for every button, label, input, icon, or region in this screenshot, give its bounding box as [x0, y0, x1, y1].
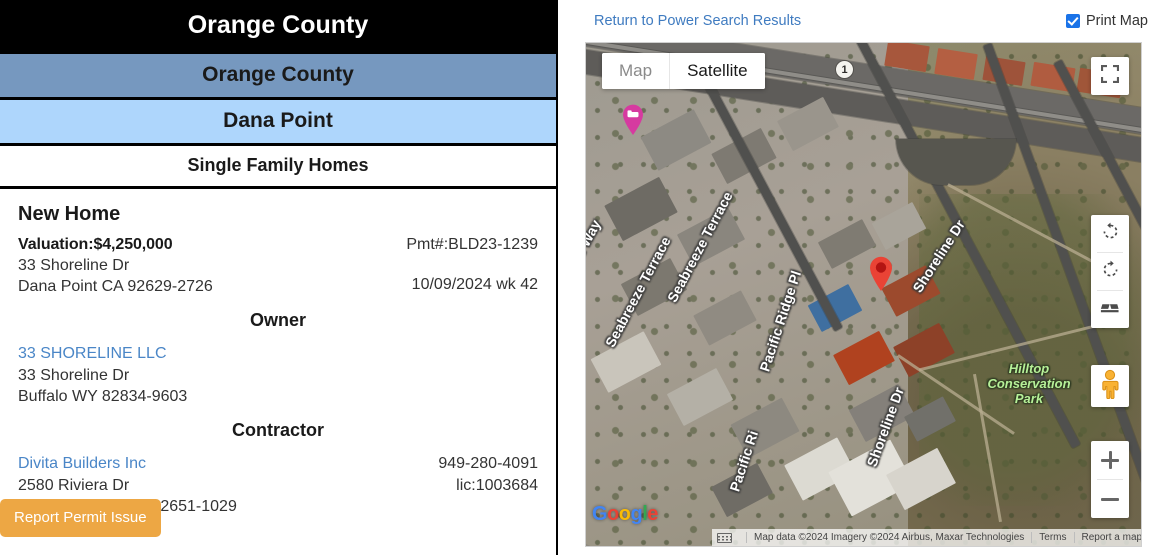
hotel-poi-marker[interactable] [621, 103, 645, 135]
print-map-control[interactable]: Print Map [1065, 13, 1148, 29]
owner-name-link[interactable]: 33 SHORELINE LLC [18, 343, 167, 365]
zoom-in-button[interactable] [1091, 441, 1129, 479]
contractor-phone: 949-280-4091 [438, 455, 538, 473]
permit-date: 10/09/2024 wk 42 [411, 276, 538, 294]
site-address-line1: 33 Shoreline Dr [18, 257, 130, 275]
permit-details: New Home Valuation:$4,250,000 Pmt#:BLD23… [0, 189, 556, 517]
highway-shield-icon: 1 [835, 60, 854, 79]
google-map[interactable]: Seabreeze Terrace Seabreeze Terrace e Way P… [585, 42, 1142, 547]
county-title-banner: Orange County [0, 0, 556, 55]
rotate-counterclockwise-icon [1101, 260, 1120, 284]
tilt-view-icon [1100, 300, 1120, 319]
map-type-map-button[interactable]: Map [602, 53, 670, 89]
zoom-out-button[interactable] [1091, 480, 1129, 518]
contractor-license: lic:1003684 [456, 477, 538, 495]
map-toolbar: Return to Power Search Results Print Map [560, 0, 1150, 42]
permit-detail-page: Orange County Orange County Dana Point S… [0, 0, 1150, 555]
owner-block: 33 SHORELINE LLC 33 Shoreline Dr Buffalo… [18, 343, 538, 407]
site-address-line2: Dana Point CA 92629-2726 [18, 278, 213, 296]
map-type-satellite-button[interactable]: Satellite [669, 53, 765, 89]
contractor-section-heading: Contractor [231, 420, 324, 441]
valuation-row: Valuation:$4,250,000 Pmt#:BLD23-1239 [18, 236, 538, 255]
fullscreen-icon [1100, 64, 1120, 88]
minus-icon [1101, 490, 1119, 508]
map-data-attribution: Map data ©2024 Imagery ©2024 Airbus, Max… [754, 532, 1025, 543]
map-attribution-bar: Map data ©2024 Imagery ©2024 Airbus, Max… [712, 529, 1141, 546]
map-section: Return to Power Search Results Print Map [560, 0, 1150, 555]
owner-address-line2: Buffalo WY 82834-9603 [18, 388, 188, 406]
contractor-name-link[interactable]: Divita Builders Inc [18, 453, 146, 475]
report-permit-issue-button[interactable]: Report Permit Issue [0, 499, 161, 537]
return-to-search-results-link[interactable]: Return to Power Search Results [594, 13, 801, 29]
permit-category-banner: Single Family Homes [0, 146, 556, 190]
owner-address-line1: 33 Shoreline Dr [18, 367, 130, 385]
rotate-counterclockwise-button[interactable] [1091, 253, 1129, 290]
map-type-control[interactable]: Map Satellite [602, 53, 765, 89]
print-map-checkbox[interactable] [1065, 14, 1080, 28]
city-banner: Dana Point [0, 100, 556, 147]
keyboard-shortcuts-icon[interactable] [717, 532, 732, 543]
plus-icon [1101, 451, 1119, 469]
fullscreen-button[interactable] [1091, 57, 1129, 95]
pegman-icon [1099, 369, 1121, 404]
permit-number: Pmt#:BLD23-1239 [406, 236, 538, 254]
map-satellite-imagery: Seabreeze Terrace Seabreeze Terrace e Way P… [586, 43, 1141, 546]
tilt-view-button[interactable] [1091, 291, 1129, 328]
street-view-pegman-button[interactable] [1091, 365, 1129, 407]
print-map-label: Print Map [1085, 13, 1148, 29]
rotate-clockwise-icon [1101, 222, 1120, 246]
permit-title: New Home [18, 203, 121, 226]
contractor-contact: 949-280-4091 lic:1003684 [438, 453, 538, 497]
map-rotate-controls[interactable] [1091, 215, 1129, 328]
owner-section-heading: Owner [249, 310, 306, 331]
permit-valuation: Valuation:$4,250,000 [18, 236, 173, 254]
county-subtitle-banner: Orange County [0, 54, 556, 101]
report-map-error-link[interactable]: Report a map error [1082, 532, 1142, 543]
site-address-row2: Dana Point CA 92629-2726 10/09/2024 wk 4… [18, 276, 538, 297]
permit-info-panel: Orange County Orange County Dana Point S… [0, 0, 558, 555]
map-zoom-controls[interactable] [1091, 441, 1129, 518]
rotate-clockwise-button[interactable] [1091, 215, 1129, 252]
map-terms-link[interactable]: Terms [1039, 532, 1066, 543]
